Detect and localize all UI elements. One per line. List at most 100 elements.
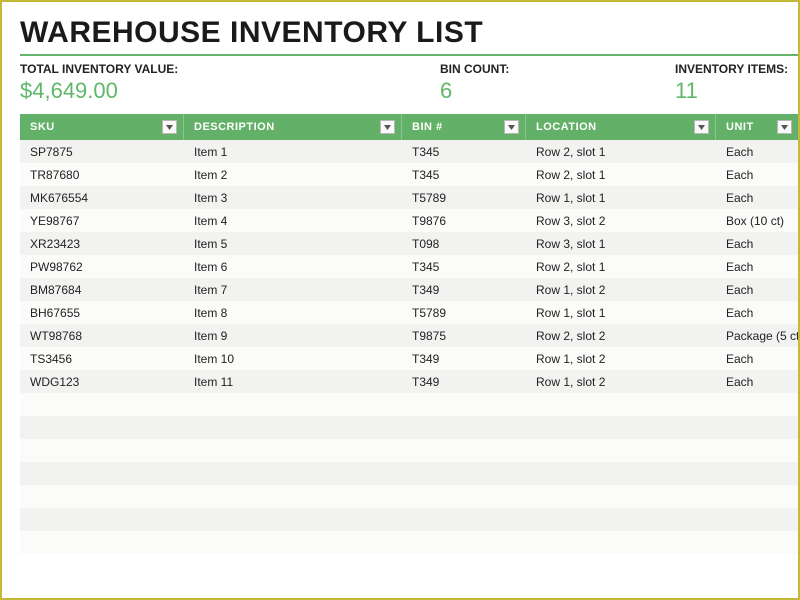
table-row[interactable]: WT98768Item 9T9875Row 2, slot 2Package (… bbox=[20, 324, 798, 347]
column-header-location[interactable]: LOCATION bbox=[526, 114, 716, 140]
cell-bin: T349 bbox=[402, 375, 526, 389]
cell-sku: XR23423 bbox=[20, 237, 184, 251]
table-row[interactable]: YE98767Item 4T9876Row 3, slot 2Box (10 c… bbox=[20, 209, 798, 232]
cell-sku: WDG123 bbox=[20, 375, 184, 389]
cell-unit: Each bbox=[716, 191, 798, 205]
table-blank-rows bbox=[20, 393, 798, 554]
table-row[interactable]: SP7875Item 1T345Row 2, slot 1Each bbox=[20, 140, 798, 163]
cell-description: Item 10 bbox=[184, 352, 402, 366]
cell-location: Row 1, slot 2 bbox=[526, 352, 716, 366]
summary-total-label: TOTAL INVENTORY VALUE: bbox=[20, 62, 440, 76]
cell-unit: Each bbox=[716, 145, 798, 159]
cell-bin: T349 bbox=[402, 283, 526, 297]
chevron-down-icon bbox=[698, 125, 705, 130]
filter-button-sku[interactable] bbox=[162, 120, 177, 134]
table-row[interactable]: MK676554Item 3T5789Row 1, slot 1Each bbox=[20, 186, 798, 209]
table-row[interactable]: PW98762Item 6T345Row 2, slot 1Each bbox=[20, 255, 798, 278]
cell-bin: T9876 bbox=[402, 214, 526, 228]
cell-description: Item 11 bbox=[184, 375, 402, 389]
table-body: SP7875Item 1T345Row 2, slot 1EachTR87680… bbox=[20, 140, 798, 393]
cell-unit: Box (10 ct) bbox=[716, 214, 798, 228]
cell-unit: Package (5 ct) bbox=[716, 329, 798, 343]
cell-description: Item 2 bbox=[184, 168, 402, 182]
filter-button-bin[interactable] bbox=[504, 120, 519, 134]
cell-unit: Each bbox=[716, 237, 798, 251]
summary-total: TOTAL INVENTORY VALUE: $4,649.00 bbox=[20, 62, 440, 104]
cell-location: Row 1, slot 2 bbox=[526, 375, 716, 389]
column-header-location-label: LOCATION bbox=[536, 121, 597, 133]
table-row-empty bbox=[20, 439, 798, 462]
column-header-sku-label: SKU bbox=[30, 121, 55, 133]
column-header-description-label: DESCRIPTION bbox=[194, 121, 275, 133]
cell-description: Item 4 bbox=[184, 214, 402, 228]
cell-unit: Each bbox=[716, 352, 798, 366]
cell-sku: PW98762 bbox=[20, 260, 184, 274]
cell-sku: BM87684 bbox=[20, 283, 184, 297]
cell-location: Row 1, slot 1 bbox=[526, 306, 716, 320]
cell-bin: T5789 bbox=[402, 306, 526, 320]
cell-bin: T349 bbox=[402, 352, 526, 366]
summary-bin-value: 6 bbox=[440, 78, 675, 104]
chevron-down-icon bbox=[384, 125, 391, 130]
page-title: WAREHOUSE INVENTORY LIST bbox=[20, 16, 798, 56]
cell-description: Item 5 bbox=[184, 237, 402, 251]
cell-bin: T345 bbox=[402, 168, 526, 182]
table-row-empty bbox=[20, 416, 798, 439]
cell-bin: T9875 bbox=[402, 329, 526, 343]
chevron-down-icon bbox=[781, 125, 788, 130]
cell-unit: Each bbox=[716, 168, 798, 182]
cell-location: Row 3, slot 1 bbox=[526, 237, 716, 251]
cell-bin: T5789 bbox=[402, 191, 526, 205]
cell-sku: WT98768 bbox=[20, 329, 184, 343]
cell-sku: BH67655 bbox=[20, 306, 184, 320]
table-row[interactable]: BH67655Item 8T5789Row 1, slot 1Each bbox=[20, 301, 798, 324]
cell-unit: Each bbox=[716, 306, 798, 320]
cell-location: Row 2, slot 1 bbox=[526, 145, 716, 159]
summary-bar: TOTAL INVENTORY VALUE: $4,649.00 BIN COU… bbox=[20, 62, 798, 104]
table-row-empty bbox=[20, 508, 798, 531]
table-row[interactable]: XR23423Item 5T098Row 3, slot 1Each bbox=[20, 232, 798, 255]
column-header-bin-label: BIN # bbox=[412, 121, 443, 133]
filter-button-location[interactable] bbox=[694, 120, 709, 134]
cell-sku: SP7875 bbox=[20, 145, 184, 159]
table-row[interactable]: TR87680Item 2T345Row 2, slot 1Each bbox=[20, 163, 798, 186]
table-row[interactable]: BM87684Item 7T349Row 1, slot 2Each bbox=[20, 278, 798, 301]
chevron-down-icon bbox=[508, 125, 515, 130]
filter-button-description[interactable] bbox=[380, 120, 395, 134]
cell-description: Item 6 bbox=[184, 260, 402, 274]
column-header-bin[interactable]: BIN # bbox=[402, 114, 526, 140]
column-header-unit-label: UNIT bbox=[726, 121, 754, 133]
cell-sku: MK676554 bbox=[20, 191, 184, 205]
summary-bin-label: BIN COUNT: bbox=[440, 62, 675, 76]
cell-bin: T098 bbox=[402, 237, 526, 251]
cell-bin: T345 bbox=[402, 145, 526, 159]
cell-sku: TR87680 bbox=[20, 168, 184, 182]
cell-location: Row 2, slot 2 bbox=[526, 329, 716, 343]
cell-location: Row 2, slot 1 bbox=[526, 168, 716, 182]
cell-description: Item 9 bbox=[184, 329, 402, 343]
summary-total-value: $4,649.00 bbox=[20, 78, 440, 104]
cell-location: Row 3, slot 2 bbox=[526, 214, 716, 228]
summary-bin: BIN COUNT: 6 bbox=[440, 62, 675, 104]
table-row[interactable]: TS3456Item 10T349Row 1, slot 2Each bbox=[20, 347, 798, 370]
table-header: SKU DESCRIPTION BIN # LOCATION bbox=[20, 114, 798, 140]
chevron-down-icon bbox=[166, 125, 173, 130]
table-row-empty bbox=[20, 393, 798, 416]
summary-items: INVENTORY ITEMS: 11 bbox=[675, 62, 788, 104]
cell-unit: Each bbox=[716, 283, 798, 297]
table-row-empty bbox=[20, 462, 798, 485]
filter-button-unit[interactable] bbox=[777, 120, 792, 134]
inventory-table: SKU DESCRIPTION BIN # LOCATION bbox=[20, 114, 798, 554]
summary-items-label: INVENTORY ITEMS: bbox=[675, 62, 788, 76]
cell-sku: YE98767 bbox=[20, 214, 184, 228]
cell-description: Item 3 bbox=[184, 191, 402, 205]
cell-sku: TS3456 bbox=[20, 352, 184, 366]
cell-description: Item 7 bbox=[184, 283, 402, 297]
cell-location: Row 1, slot 1 bbox=[526, 191, 716, 205]
column-header-sku[interactable]: SKU bbox=[20, 114, 184, 140]
table-row[interactable]: WDG123Item 11T349Row 1, slot 2Each bbox=[20, 370, 798, 393]
summary-items-value: 11 bbox=[675, 78, 788, 104]
cell-description: Item 8 bbox=[184, 306, 402, 320]
column-header-unit[interactable]: UNIT bbox=[716, 114, 798, 140]
column-header-description[interactable]: DESCRIPTION bbox=[184, 114, 402, 140]
